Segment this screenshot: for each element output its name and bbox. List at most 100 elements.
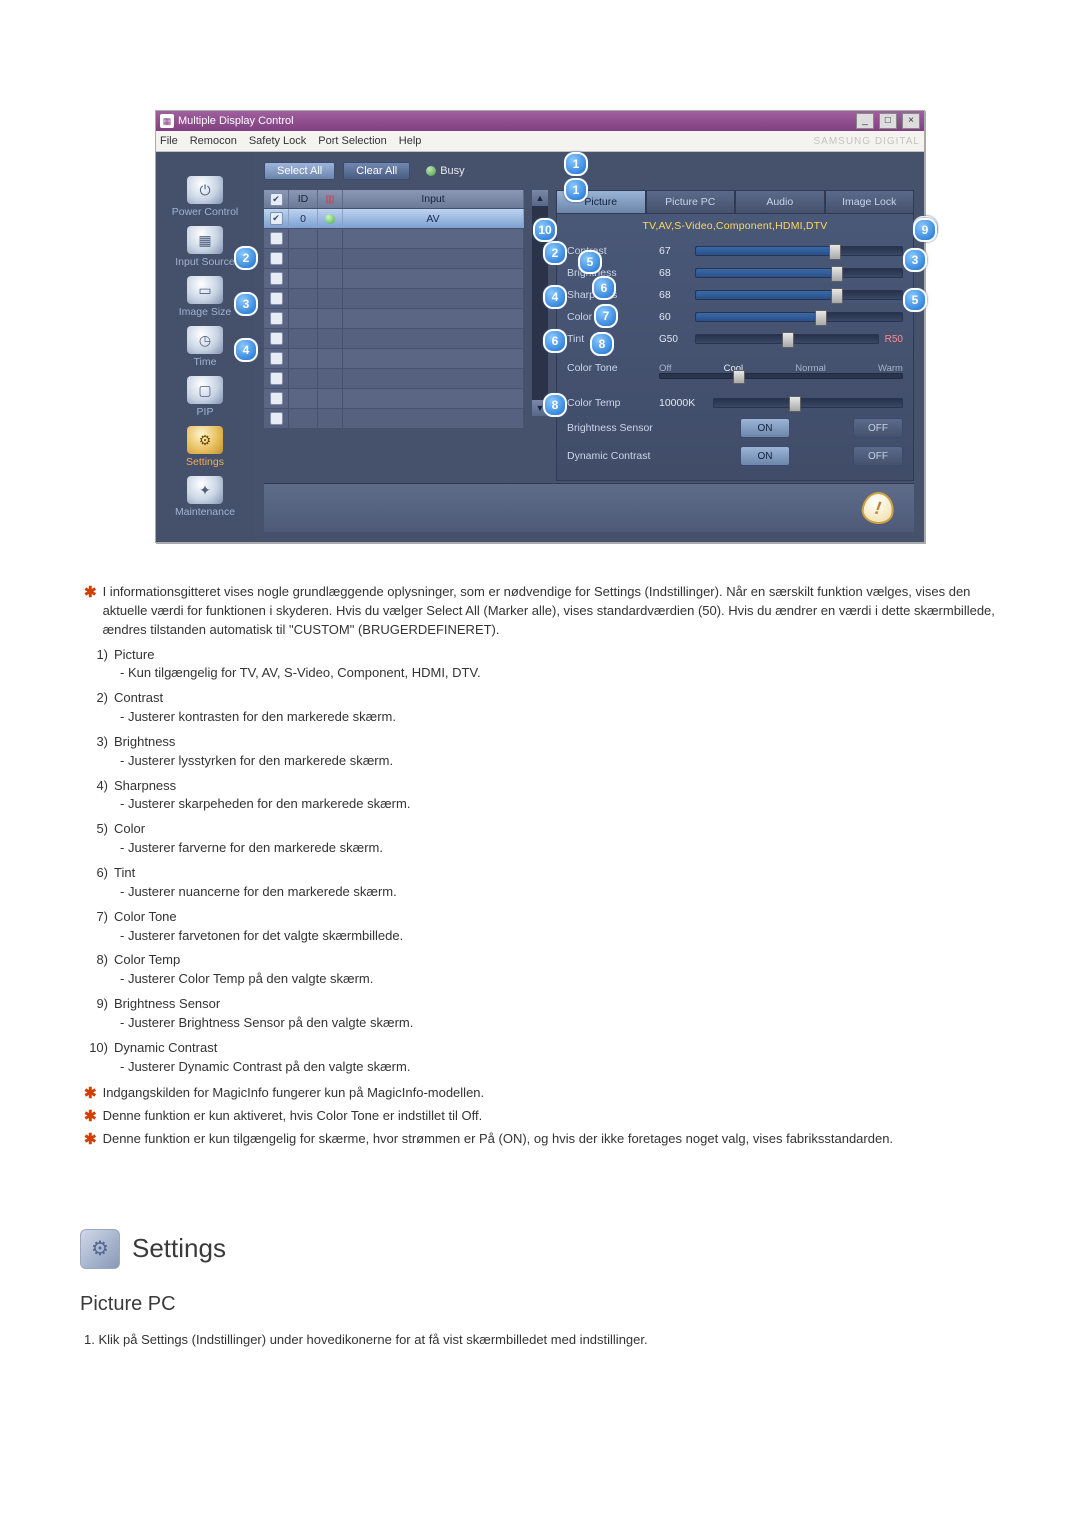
grid-col-input[interactable]: Input xyxy=(343,190,524,208)
color-tone-label: Color Tone xyxy=(567,362,653,374)
color-temp-slider[interactable] xyxy=(713,398,903,408)
note-10-num: 10) xyxy=(84,1039,108,1058)
sidebar-item-input-source[interactable]: ▦ Input Source 2 xyxy=(156,224,254,270)
row-checkbox[interactable] xyxy=(270,392,283,405)
row-sharpness: 4 Sharpness 68 5 xyxy=(567,284,903,306)
sidebar-item-maintenance[interactable]: ✦ Maintenance xyxy=(156,474,254,520)
callout-panel-2: 2 xyxy=(543,241,567,265)
row-checkbox[interactable] xyxy=(270,352,283,365)
callout-picture-tab-1: 1 xyxy=(564,152,588,176)
clear-all-button[interactable]: Clear All xyxy=(343,162,410,180)
note-5-desc: - Justerer farverne for den markerede sk… xyxy=(120,839,383,858)
brightness-value: 68 xyxy=(659,267,689,279)
color-tone-selector[interactable]: Off Cool Normal Warm xyxy=(659,363,903,374)
row-checkbox[interactable] xyxy=(270,272,283,285)
settings-tabs: Picture Picture PC Audio Image Lock xyxy=(556,190,914,213)
sharpness-value: 68 xyxy=(659,289,689,301)
menu-file[interactable]: File xyxy=(160,135,178,147)
row-checkbox[interactable] xyxy=(270,312,283,325)
window-close-button[interactable]: × xyxy=(902,113,920,129)
grid-row[interactable] xyxy=(264,248,524,268)
color-tone-off[interactable]: Off xyxy=(659,363,672,374)
sidebar-item-settings[interactable]: ⚙ Settings xyxy=(156,424,254,470)
color-tone-normal[interactable]: Normal xyxy=(795,363,826,374)
note-6-title: Tint xyxy=(114,864,996,883)
grid-row[interactable] xyxy=(264,268,524,288)
row-color-tone: Color Tone Off Cool Normal Warm 7 xyxy=(567,356,903,380)
note-star-1-text: I informationsgitteret vises nogle grund… xyxy=(103,583,996,640)
callout-grid-7: 7 xyxy=(594,304,618,328)
grid-row[interactable] xyxy=(264,408,524,428)
color-value: 60 xyxy=(659,311,689,323)
row-checkbox[interactable] xyxy=(270,252,283,265)
note-star-4: ✱ Denne funktion er kun tilgængelig for … xyxy=(84,1130,996,1149)
callout-panel-5: 5 xyxy=(903,288,927,312)
dynamic-contrast-on-button[interactable]: ON xyxy=(740,446,790,466)
menu-remocon[interactable]: Remocon xyxy=(190,135,237,147)
grid-row[interactable]: ✔ 0 AV xyxy=(264,208,524,228)
select-all-button[interactable]: Select All xyxy=(264,162,335,180)
contrast-slider[interactable] xyxy=(695,246,903,256)
time-icon: ◷ xyxy=(187,326,223,354)
row-checkbox[interactable]: ✔ xyxy=(270,212,283,225)
brightness-slider[interactable] xyxy=(695,268,903,278)
callout-grid-5: 5 xyxy=(578,250,602,274)
tab-picture-pc[interactable]: Picture PC xyxy=(646,190,736,213)
grid-row[interactable] xyxy=(264,388,524,408)
display-grid: ✔ ID ▥ Input ✔ 0 AV xyxy=(264,190,524,428)
row-checkbox[interactable] xyxy=(270,232,283,245)
note-2-title: Contrast xyxy=(114,689,996,708)
callout-sidebar-4: 4 xyxy=(234,338,258,362)
row-checkbox[interactable] xyxy=(270,292,283,305)
note-8-title: Color Temp xyxy=(114,951,996,970)
info-icon[interactable]: ! xyxy=(860,490,896,526)
brightness-sensor-off-button[interactable]: OFF xyxy=(853,418,903,438)
grid-col-id[interactable]: ID xyxy=(289,190,318,208)
color-tone-warm[interactable]: Warm xyxy=(878,363,903,374)
window-maximize-button[interactable]: □ xyxy=(879,113,897,129)
busy-dot-icon xyxy=(426,166,436,176)
row-input: AV xyxy=(343,209,524,228)
scroll-up-icon[interactable]: ▲ xyxy=(532,190,548,206)
subheader-picture-pc: Picture PC xyxy=(80,1293,1000,1316)
callout-panel-3: 3 xyxy=(903,248,927,272)
tab-audio[interactable]: Audio xyxy=(735,190,825,213)
sharpness-slider[interactable] xyxy=(695,290,903,300)
grid-row[interactable] xyxy=(264,228,524,248)
sidebar-item-image-size[interactable]: ▭ Image Size 3 xyxy=(156,274,254,320)
window-minimize-button[interactable]: _ xyxy=(856,113,874,129)
app-icon: ▦ xyxy=(160,114,174,128)
grid-row[interactable] xyxy=(264,288,524,308)
row-checkbox[interactable] xyxy=(270,332,283,345)
menu-safety-lock[interactable]: Safety Lock xyxy=(249,135,306,147)
row-checkbox[interactable] xyxy=(270,412,283,425)
note-9-desc: - Justerer Brightness Sensor på den valg… xyxy=(120,1014,413,1033)
star-icon: ✱ xyxy=(84,1109,97,1124)
note-4-num: 4) xyxy=(84,777,108,796)
sidebar-item-pip[interactable]: ▢ PIP xyxy=(156,374,254,420)
tab-image-lock[interactable]: Image Lock xyxy=(825,190,915,213)
row-checkbox[interactable] xyxy=(270,372,283,385)
menu-port-selection[interactable]: Port Selection xyxy=(318,135,386,147)
row-status-icon xyxy=(325,214,335,224)
note-3-num: 3) xyxy=(84,733,108,752)
color-slider[interactable] xyxy=(695,312,903,322)
sidebar-item-power-control[interactable]: ⏻ Power Control xyxy=(156,174,254,220)
section-header-label: Settings xyxy=(132,1233,226,1264)
tint-slider[interactable] xyxy=(695,334,879,344)
color-temp-label: Color Temp xyxy=(567,397,653,409)
maintenance-icon: ✦ xyxy=(187,476,223,504)
grid-row[interactable] xyxy=(264,308,524,328)
callout-panel-9: 9 xyxy=(913,218,937,242)
note-9-title: Brightness Sensor xyxy=(114,995,996,1014)
menu-help[interactable]: Help xyxy=(399,135,422,147)
footer-bar: ! xyxy=(264,483,914,532)
grid-row[interactable] xyxy=(264,348,524,368)
sidebar-item-time[interactable]: ◷ Time 4 xyxy=(156,324,254,370)
grid-header-check-all[interactable]: ✔ xyxy=(270,193,283,206)
grid-row[interactable] xyxy=(264,368,524,388)
grid-row[interactable] xyxy=(264,328,524,348)
brightness-sensor-on-button[interactable]: ON xyxy=(740,418,790,438)
note-star-2-text: Indgangskilden for MagicInfo fungerer ku… xyxy=(103,1084,996,1103)
dynamic-contrast-off-button[interactable]: OFF xyxy=(853,446,903,466)
